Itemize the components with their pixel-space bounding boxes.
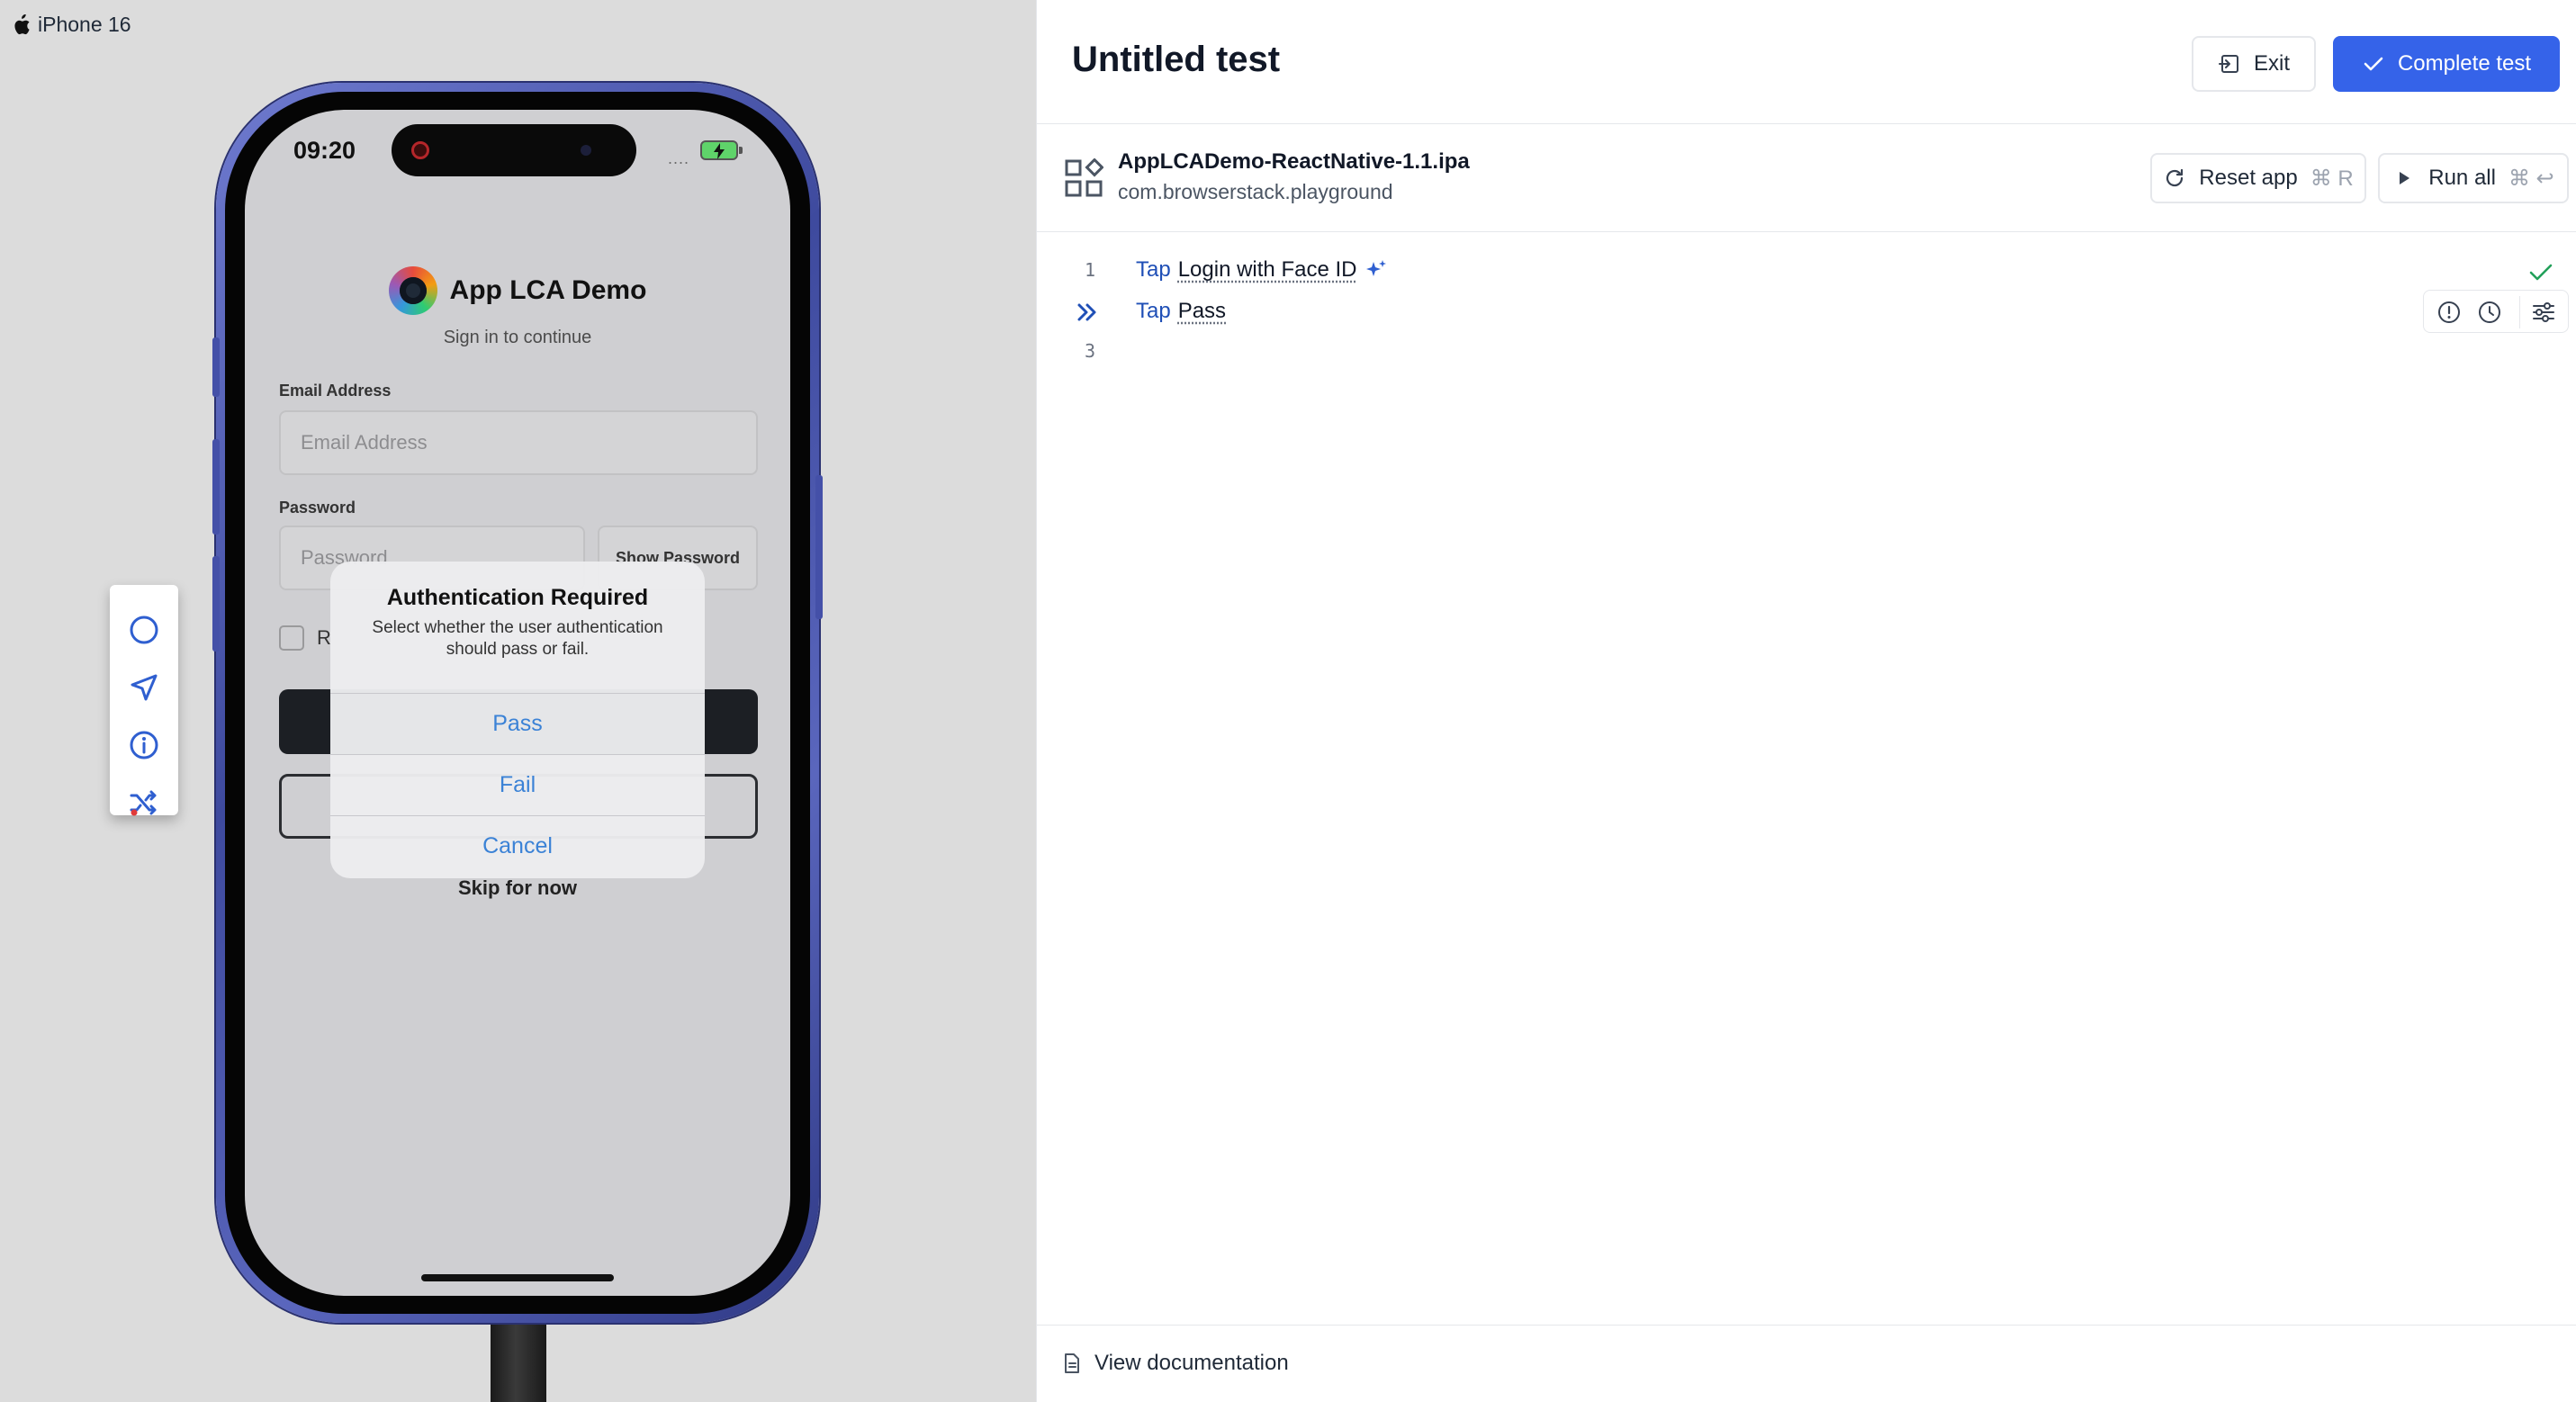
status-time: 09:20: [293, 137, 356, 164]
app-file-name: AppLCADemo-ReactNative-1.1.ipa: [1118, 149, 1470, 174]
camera-dot: [581, 145, 591, 156]
view-documentation-label: View documentation: [1094, 1351, 1289, 1375]
remember-me-label: R: [317, 626, 331, 649]
email-placeholder: Email Address: [301, 431, 428, 454]
device-pane: iPhone 16 09:20 .... App LCA Demo Sign i…: [0, 0, 1036, 1402]
signal-icon: ....: [668, 149, 690, 167]
email-field[interactable]: Email Address: [279, 410, 758, 475]
step-action: Tap: [1136, 299, 1171, 323]
reset-app-label: Reset app: [2199, 166, 2298, 190]
step-passed-check-icon: [2529, 264, 2553, 281]
run-all-label: Run all: [2428, 166, 2496, 190]
current-step-chevrons-icon: [1077, 303, 1096, 321]
ai-sparkle-icon: [1366, 260, 1387, 276]
skip-for-now-link[interactable]: Skip for now: [245, 876, 790, 900]
run-shortcut: ⌘ ↩: [2508, 166, 2554, 191]
battery-icon: [700, 140, 738, 160]
document-icon: [1065, 1353, 1079, 1373]
dialog-fail-button[interactable]: Fail: [330, 754, 705, 815]
step-target[interactable]: Login with Face ID: [1178, 257, 1357, 283]
dynamic-island: [392, 124, 636, 176]
view-documentation-link[interactable]: View documentation: [1062, 1351, 1289, 1376]
app-grid-icon: [1065, 158, 1103, 197]
play-icon: [2400, 172, 2410, 184]
location-tool-button[interactable]: [128, 671, 160, 704]
info-tool-button[interactable]: [128, 729, 160, 761]
shuffle-tool-button[interactable]: [128, 786, 160, 819]
step-action: Tap: [1136, 257, 1171, 282]
password-label: Password: [279, 499, 356, 517]
circle-icon: [130, 616, 158, 644]
step-number: 3: [1084, 340, 1096, 362]
top-bar: Untitled test Exit Complete test: [1037, 0, 2576, 124]
auth-dialog: Authentication Required Select whether t…: [330, 562, 705, 878]
dialog-title: Authentication Required: [386, 585, 649, 610]
reset-app-button[interactable]: Reset app ⌘ R: [2150, 153, 2366, 203]
device-cable: [491, 1314, 546, 1402]
recording-indicator-icon: [411, 141, 429, 159]
bottom-bar: View documentation: [1037, 1325, 2576, 1402]
dialog-pass-button[interactable]: Pass: [330, 693, 705, 754]
app-bundle-id: com.browserstack.playground: [1118, 180, 1393, 203]
volume-down-button: [212, 556, 220, 652]
power-button: [815, 475, 823, 619]
exit-button[interactable]: Exit: [2192, 36, 2316, 92]
page-title[interactable]: Untitled test: [1072, 40, 1280, 80]
navigation-arrow-icon: [131, 674, 158, 701]
phone-screen[interactable]: 09:20 .... App LCA Demo Sign in to conti…: [245, 110, 790, 1296]
remember-me-checkbox[interactable]: [279, 625, 304, 651]
step-number: 1: [1084, 259, 1096, 281]
action-button: [212, 337, 220, 397]
info-icon: [130, 731, 158, 759]
step-row[interactable]: 1 Tap Login with Face ID: [1037, 252, 2576, 293]
home-tool-button[interactable]: [128, 614, 160, 646]
alert-circle-icon[interactable]: [2436, 299, 2463, 326]
dialog-message: Select whether the user authentication s…: [372, 618, 663, 659]
step-row[interactable]: 3: [1037, 333, 2576, 374]
step-target[interactable]: Pass: [1178, 299, 1226, 324]
device-label: iPhone 16: [11, 13, 131, 37]
exit-label: Exit: [2253, 51, 2290, 76]
clock-icon[interactable]: [2476, 299, 2503, 326]
step-text[interactable]: Tap Pass: [1136, 299, 1226, 324]
battery-tip: [739, 147, 743, 154]
app-title: App LCA Demo: [449, 275, 647, 305]
exit-icon: [2218, 55, 2238, 73]
step-actions-toolbar: [2423, 290, 2569, 333]
check-icon: [2364, 57, 2383, 71]
refresh-icon: [2166, 168, 2184, 187]
app-logo: [388, 266, 437, 315]
app-info-row: AppLCADemo-ReactNative-1.1.ipa com.brows…: [1037, 124, 2576, 232]
reset-shortcut: ⌘ R: [2310, 166, 2354, 191]
step-text[interactable]: Tap Login with Face ID: [1136, 257, 1389, 283]
device-tool-panel: [110, 585, 178, 816]
toolbar-divider: [2519, 296, 2520, 328]
home-indicator[interactable]: [421, 1274, 614, 1281]
volume-up-button: [212, 439, 220, 535]
settings-sliders-icon[interactable]: [2530, 299, 2557, 326]
complete-test-button[interactable]: Complete test: [2333, 36, 2560, 92]
shuffle-icon: [130, 790, 157, 816]
device-name: iPhone 16: [38, 13, 131, 36]
test-editor-pane: Untitled test Exit Complete test AppLCAD…: [1036, 0, 2576, 1402]
app-header: App LCA Demo: [245, 266, 790, 315]
app-subtitle: Sign in to continue: [443, 328, 592, 347]
email-label: Email Address: [279, 382, 392, 400]
step-row[interactable]: Tap Pass: [1037, 290, 2576, 335]
run-all-button[interactable]: Run all ⌘ ↩: [2378, 153, 2569, 203]
complete-test-label: Complete test: [2397, 51, 2532, 76]
charging-bolt-icon: [714, 143, 725, 159]
apple-icon: [14, 13, 30, 34]
dialog-cancel-button[interactable]: Cancel: [330, 815, 705, 876]
